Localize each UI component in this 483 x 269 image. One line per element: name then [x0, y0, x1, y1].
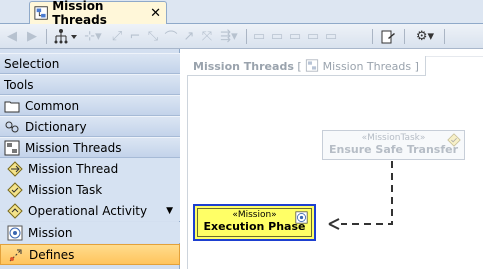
toolbar-separator	[372, 29, 373, 44]
mission-icon	[295, 211, 308, 224]
diagram-icon	[4, 140, 20, 155]
item-label: Mission	[28, 225, 73, 240]
align-icon[interactable]: ▭	[324, 28, 338, 45]
layout-icon[interactable]	[52, 28, 78, 45]
toolbar-separator	[404, 29, 405, 44]
align-icon[interactable]: ▭	[252, 28, 266, 45]
palette-section-common[interactable]: Common	[0, 95, 180, 116]
section-label: Dictionary	[25, 119, 87, 134]
back-icon[interactable]: ◀	[4, 28, 20, 45]
line-style-icon[interactable]: ↗	[182, 28, 196, 45]
mission-node[interactable]: «Mission» Execution Phase	[193, 204, 316, 241]
export-icon[interactable]	[380, 28, 396, 45]
section-label: Selection	[4, 56, 60, 71]
palette-section-mission-threads[interactable]: Mission Threads	[0, 137, 180, 158]
palette-section-dictionary[interactable]: Dictionary	[0, 116, 180, 137]
chevron-down-icon[interactable]: ▼	[166, 206, 173, 216]
node-name: Ensure Safe Transfer	[328, 143, 459, 156]
mission-icon	[7, 225, 23, 240]
diagram-palette: Selection Tools Common Dictionary Missio…	[0, 49, 180, 269]
align-icon[interactable]: ▭	[288, 28, 302, 45]
line-style-icon[interactable]: ⌒	[164, 28, 178, 46]
palette-item-mission[interactable]: Mission	[0, 222, 180, 243]
palette-item-defines[interactable]: Defines	[0, 244, 180, 265]
mission-node-body: «Mission» Execution Phase	[197, 208, 312, 237]
mission-task-icon	[447, 133, 461, 147]
diagram-toolbar: ◀ ▶ ⊹▾ ⤢ ⌐ ⤡ ⌒ ↗ ⤧ ⇶▾ ▭ ▭ ▭ ▭ ▭ ⚙▾	[0, 24, 483, 49]
align-icon[interactable]: ▭	[270, 28, 284, 45]
toolbar-separator	[444, 29, 445, 44]
mission-task-node[interactable]: «MissionTask» Ensure Safe Transfer	[322, 130, 465, 160]
insert-icon[interactable]: ⊹▾	[82, 28, 104, 45]
item-label: Mission Thread	[28, 161, 119, 176]
operational-activity-icon	[7, 202, 23, 219]
dictionary-icon	[5, 121, 19, 132]
item-label: Operational Activity	[28, 203, 148, 218]
diagram-canvas[interactable]: Mission Threads [ Mission Threads ] «Mis…	[181, 49, 483, 269]
mission-task-icon	[7, 181, 23, 198]
palette-item-mission-thread[interactable]: Mission Thread	[0, 158, 180, 179]
forward-icon[interactable]: ▶	[24, 28, 40, 45]
toolbar-separator	[246, 29, 247, 44]
palette-item-operational-activity[interactable]: Operational Activity ▼	[0, 200, 180, 221]
palette-item-mission-task[interactable]: Mission Task	[0, 179, 180, 200]
folder-icon	[4, 101, 20, 112]
line-style-icon[interactable]: ⤧	[200, 28, 214, 45]
item-label: Mission Task	[28, 182, 103, 197]
item-label: Defines	[29, 247, 75, 262]
tab-mission-threads[interactable]: Mission Threads ✕	[29, 0, 167, 27]
mission-thread-icon	[7, 160, 23, 177]
line-style-icon[interactable]: ⤢	[110, 28, 124, 45]
line-style-icon[interactable]: ⤡	[146, 28, 160, 45]
palette-section-selection[interactable]: Selection	[0, 53, 180, 74]
editor-tab-strip: Mission Threads ✕	[0, 0, 483, 27]
close-icon[interactable]: ✕	[150, 6, 161, 21]
line-style-icon[interactable]: ⇶▾	[218, 28, 240, 45]
defines-icon	[9, 249, 22, 261]
settings-icon[interactable]: ⚙▾	[412, 28, 438, 45]
line-style-icon[interactable]: ⌐	[128, 28, 142, 45]
palette-section-tools[interactable]: Tools	[0, 74, 180, 95]
node-stereotype: «MissionTask»	[361, 133, 426, 143]
tab-label: Mission Threads	[52, 0, 107, 27]
section-label: Mission Threads	[25, 140, 122, 155]
toolbar-separator	[46, 29, 47, 44]
section-label: Common	[25, 98, 80, 113]
align-icon[interactable]: ▭	[306, 28, 320, 45]
diagram-icon	[34, 6, 48, 20]
section-label: Tools	[4, 77, 34, 92]
